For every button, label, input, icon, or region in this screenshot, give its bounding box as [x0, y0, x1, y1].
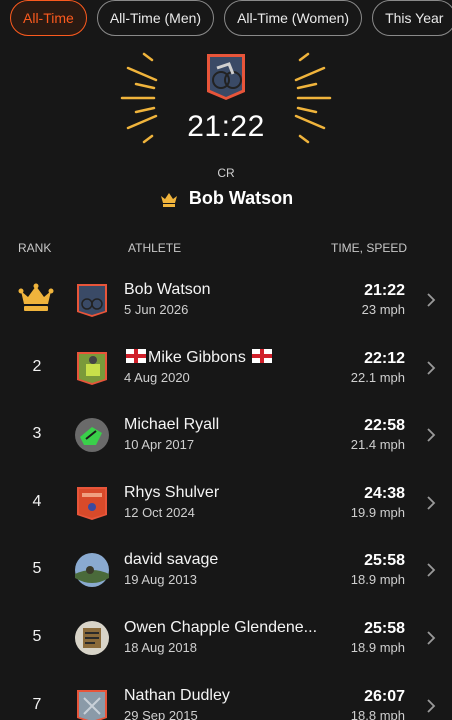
- chevron-right-icon: [427, 563, 436, 578]
- athlete-avatar: [77, 284, 107, 317]
- table-row[interactable]: 2 Mike Gibbons 4 Aug 2020 22:12 22.1 mph: [0, 336, 452, 404]
- filter-all-time-men[interactable]: All-Time (Men): [96, 0, 215, 36]
- rank-number: 5: [32, 560, 42, 578]
- cr-badge: CR: [217, 166, 235, 180]
- table-row[interactable]: 4 Rhys Shulver 12 Oct 2024 24:38 19.9 mp…: [0, 471, 452, 539]
- chevron-right-icon: [427, 698, 436, 713]
- effort-time: 22:12: [364, 349, 405, 367]
- athlete-name-row: Mike Gibbons: [124, 348, 274, 367]
- effort-speed: 22.1 mph: [350, 369, 405, 385]
- athlete-name: Mike Gibbons: [148, 348, 246, 366]
- effort-date: 12 Oct 2024: [124, 504, 195, 520]
- effort-date: 10 Apr 2017: [124, 437, 195, 453]
- england-flag-icon: [126, 348, 146, 363]
- athlete-name: david savage: [124, 551, 219, 569]
- table-row[interactable]: Bob Watson 5 Jun 2026 21:22 23 mph: [0, 268, 452, 336]
- leader-name-row: Bob Watson: [0, 188, 452, 209]
- england-flag-icon: [252, 348, 273, 363]
- athlete-name: Michael Ryall: [124, 416, 220, 434]
- filter-bar: All-Time All-Time (Men) All-Time (Women)…: [10, 0, 452, 36]
- athlete-avatar: [75, 620, 109, 655]
- chevron-right-icon: [427, 631, 436, 645]
- effort-speed: 18.8 mph: [350, 707, 405, 720]
- rank-number: 7: [32, 695, 42, 713]
- chevron-right-icon: [427, 496, 436, 510]
- effort-time: 22:58: [364, 417, 405, 435]
- effort-date: 4 Aug 2020: [124, 369, 190, 385]
- crown-icon: [160, 192, 177, 207]
- leaderboard-list: Bob Watson 5 Jun 2026 21:22 23 mph 2 Mik…: [0, 268, 452, 720]
- rank-column-header: RANK: [18, 241, 52, 255]
- athlete-name: Bob Watson: [124, 281, 211, 298]
- time-speed-column-header: TIME, SPEED: [330, 241, 407, 255]
- table-row[interactable]: 5 Owen Chapple Glendene... 18 Aug 2018 2…: [0, 606, 452, 674]
- athlete-column-header: ATHLETE: [128, 241, 182, 255]
- effort-speed: 19.9 mph: [350, 504, 405, 520]
- effort-time: 21:22: [364, 282, 405, 299]
- athlete-avatar: [77, 351, 107, 385]
- athlete-avatar: [77, 689, 107, 720]
- effort-date: 29 Sep 2015: [124, 707, 198, 720]
- leader-name[interactable]: Bob Watson: [189, 188, 293, 209]
- filter-all-time-women[interactable]: All-Time (Women): [224, 0, 363, 36]
- effort-speed: 18.9 mph: [350, 639, 405, 655]
- effort-date: 18 Aug 2018: [124, 639, 198, 655]
- filter-all-time[interactable]: All-Time: [10, 0, 87, 36]
- effort-time: 25:58: [364, 552, 405, 570]
- effort-speed: 21.4 mph: [350, 437, 405, 453]
- leaderboard-header: RANK ATHLETE TIME, SPEED: [0, 241, 452, 255]
- effort-date: 5 Jun 2026: [124, 302, 189, 317]
- rank-number: 3: [32, 425, 42, 443]
- chevron-right-icon: [427, 428, 436, 442]
- athlete-name: Rhys Shulver: [124, 483, 220, 501]
- athlete-avatar: [75, 553, 109, 588]
- table-row[interactable]: 5 david savage 19 Aug 2013 25:58 18.9 mp…: [0, 538, 452, 606]
- athlete-avatar: [77, 486, 107, 520]
- chevron-right-icon: [427, 293, 436, 307]
- athlete-name: Nathan Dudley: [124, 686, 230, 704]
- rank-number: 5: [32, 627, 42, 645]
- athlete-name: Owen Chapple Glendene...: [124, 618, 318, 636]
- effort-speed: 18.9 mph: [350, 572, 405, 588]
- table-row[interactable]: 3 Michael Ryall 10 Apr 2017 22:58 21.4 m…: [0, 403, 452, 471]
- effort-time: 24:38: [364, 484, 405, 502]
- table-row[interactable]: 7 Nathan Dudley 29 Sep 2015 26:07 18.8 m…: [0, 674, 452, 720]
- leader-avatar[interactable]: [203, 52, 249, 102]
- filter-this-year[interactable]: This Year: [372, 0, 452, 36]
- effort-time: 25:58: [364, 619, 405, 637]
- athlete-avatar: [75, 418, 109, 453]
- effort-speed: 23 mph: [361, 302, 405, 317]
- leader-time: 21:22: [187, 110, 265, 143]
- effort-date: 19 Aug 2013: [124, 572, 198, 588]
- effort-time: 26:07: [364, 687, 405, 705]
- chevron-right-icon: [427, 360, 436, 375]
- rank-number: 2: [32, 357, 42, 375]
- leader-hero: 21:22 CR Bob Watson: [0, 48, 452, 218]
- crown-icon: [18, 283, 54, 311]
- rank-number: 4: [32, 492, 42, 510]
